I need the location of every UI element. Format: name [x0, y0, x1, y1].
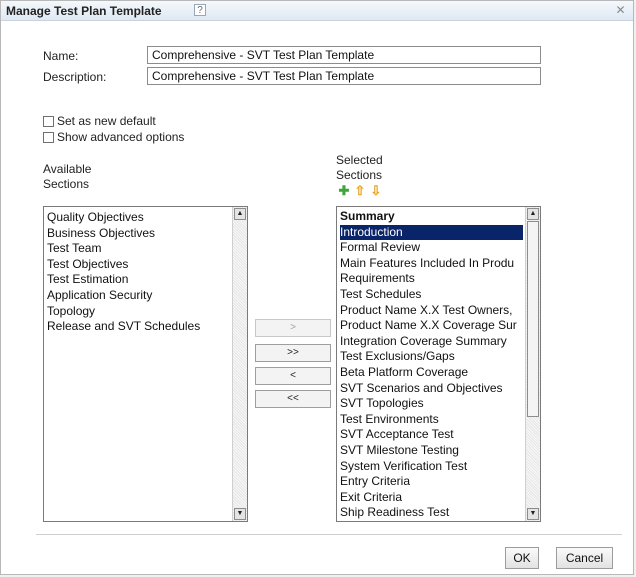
list-item[interactable]: Beta Platform Coverage [340, 365, 523, 381]
set-default-label: Set as new default [57, 114, 156, 128]
add-all-sections-button[interactable]: >> [255, 344, 331, 362]
name-label: Name: [43, 49, 79, 63]
list-item[interactable]: Main Features Included In Produ [340, 256, 523, 272]
list-item[interactable]: Product Name X.X Test Owners, [340, 303, 523, 319]
list-item[interactable]: Business Objectives [47, 226, 227, 242]
list-item[interactable]: SVT Acceptance Test [340, 427, 523, 443]
list-item[interactable]: SVT Topologies [340, 396, 523, 412]
available-header-line1: Available [43, 162, 92, 176]
list-item[interactable]: Test Schedules [340, 287, 523, 303]
remove-all-sections-button[interactable]: << [255, 390, 331, 408]
selected-sections-list[interactable]: Summary Introduction Formal Review Main Fea… [336, 206, 541, 522]
list-item[interactable]: Requirements [340, 271, 523, 287]
list-item[interactable]: Summary [340, 209, 523, 225]
list-item[interactable]: Test Objectives [47, 257, 227, 273]
scroll-down-icon[interactable]: ▼ [234, 508, 246, 520]
move-up-icon[interactable]: ⇧ [354, 184, 366, 197]
scroll-up-icon[interactable]: ▲ [234, 208, 246, 220]
show-advanced-label: Show advanced options [57, 130, 185, 144]
available-header-line2: Sections [43, 177, 90, 191]
scroll-up-icon[interactable]: ▲ [527, 208, 539, 220]
selected-scrollbar[interactable]: ▲ ▼ [525, 207, 540, 521]
scroll-down-icon[interactable]: ▼ [527, 508, 539, 520]
selected-header-line1: Selected [336, 153, 383, 167]
list-item[interactable]: Exit Criteria [340, 490, 523, 506]
add-section-button[interactable]: > [255, 319, 331, 337]
list-item[interactable]: Topology [47, 304, 227, 320]
description-label: Description: [43, 70, 107, 84]
list-item[interactable]: Test Estimation [47, 272, 227, 288]
manage-test-plan-template-dialog: Manage Test Plan Template ? ✕ Name: Comp… [0, 0, 634, 575]
list-item[interactable]: Test Environments [340, 412, 523, 428]
list-item[interactable]: Quality Objectives [47, 210, 227, 226]
close-icon[interactable]: ✕ [614, 4, 627, 17]
list-item[interactable]: Release and SVT Schedules [47, 319, 227, 335]
dialog-title: Manage Test Plan Template [6, 4, 162, 18]
dialog-titlebar: Manage Test Plan Template ? ✕ [1, 1, 633, 21]
list-item[interactable]: Product Name X.X Coverage Sur [340, 318, 523, 334]
available-scrollbar[interactable]: ▲ ▼ [232, 207, 247, 521]
available-sections-list[interactable]: Quality Objectives Business Objectives Tes… [43, 206, 248, 522]
list-item[interactable]: Test Exclusions/Gaps [340, 349, 523, 365]
ok-button[interactable]: OK [505, 547, 539, 569]
help-icon[interactable]: ? [194, 4, 206, 16]
set-default-checkbox[interactable] [43, 116, 54, 127]
cancel-button[interactable]: Cancel [556, 547, 613, 569]
list-item[interactable]: Integration Coverage Summary [340, 334, 523, 350]
scroll-thumb[interactable] [527, 221, 539, 417]
list-item[interactable]: Entry Criteria [340, 474, 523, 490]
description-field[interactable]: Comprehensive - SVT Test Plan Template [147, 67, 541, 85]
list-item[interactable]: Application Security [47, 288, 227, 304]
remove-section-button[interactable]: < [255, 367, 331, 385]
footer-separator [36, 534, 622, 535]
list-item[interactable]: Ship Readiness Test [340, 505, 523, 521]
move-down-icon[interactable]: ⇩ [370, 184, 382, 197]
name-field[interactable]: Comprehensive - SVT Test Plan Template [147, 46, 541, 64]
list-item[interactable]: Formal Review [340, 240, 523, 256]
add-icon[interactable]: ✚ [338, 184, 350, 197]
selected-header-line2: Sections [336, 168, 383, 182]
list-item[interactable]: SVT Milestone Testing [340, 443, 523, 459]
list-item[interactable]: SVT Scenarios and Objectives [340, 381, 523, 397]
list-item[interactable]: System Verification Test [340, 459, 523, 475]
list-item[interactable]: Introduction [340, 224, 523, 241]
show-advanced-checkbox[interactable] [43, 132, 54, 143]
list-item[interactable]: Test Team [47, 241, 227, 257]
